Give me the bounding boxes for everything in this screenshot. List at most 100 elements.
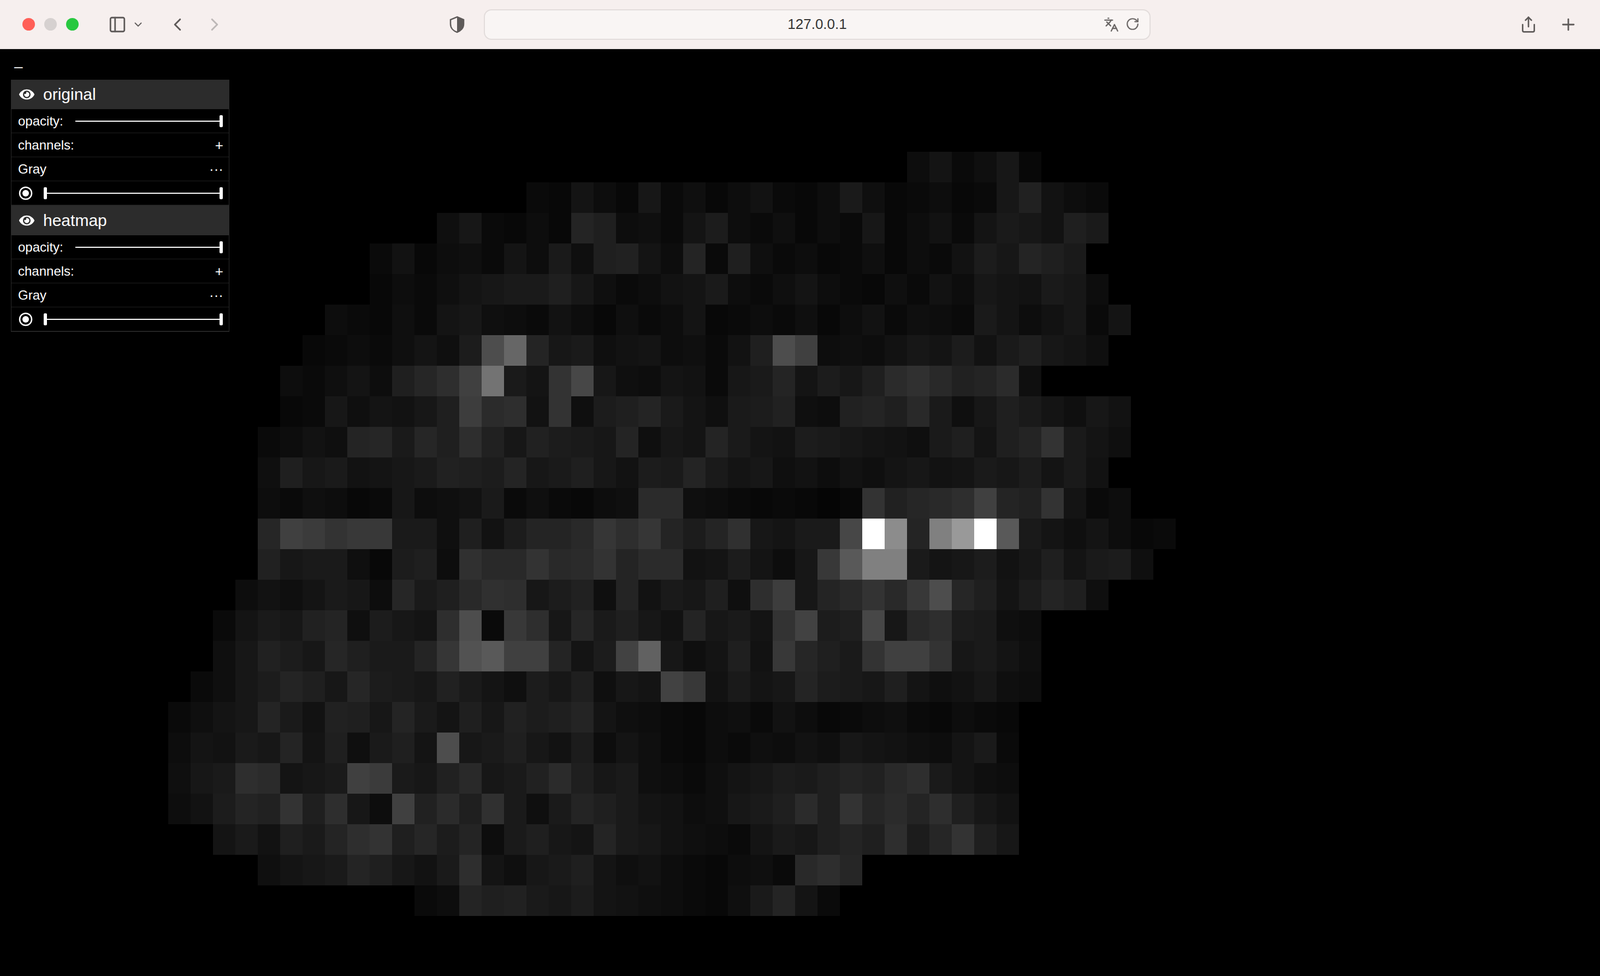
image-cell	[392, 885, 415, 917]
image-cell	[459, 579, 482, 611]
contrast-range-slider[interactable]	[45, 192, 222, 194]
image-cell	[705, 304, 728, 336]
image-cell	[414, 457, 437, 489]
image-cell	[996, 549, 1019, 580]
image-cell	[235, 518, 258, 550]
image-cell	[571, 365, 594, 397]
image-cell	[1063, 824, 1087, 856]
image-cell	[884, 671, 908, 703]
image-cell	[548, 182, 572, 213]
image-cell	[772, 243, 796, 275]
image-cell	[974, 549, 997, 580]
forward-button[interactable]	[204, 14, 225, 35]
image-cell	[392, 335, 415, 366]
image-cell	[280, 457, 303, 489]
opacity-slider[interactable]	[75, 120, 222, 122]
layer-header[interactable]: original	[11, 79, 229, 110]
image-cell	[996, 855, 1019, 886]
image-cell	[750, 579, 773, 611]
visibility-toggle[interactable]	[19, 212, 35, 229]
privacy-shield-icon[interactable]	[448, 15, 466, 34]
image-cell	[302, 151, 325, 183]
image-cell	[750, 732, 773, 764]
image-cell	[1018, 488, 1042, 519]
minimize-button[interactable]	[44, 18, 57, 31]
image-cell	[593, 212, 616, 244]
add-channel-button[interactable]: +	[215, 138, 224, 153]
image-cell	[638, 212, 661, 244]
collapse-button[interactable]: –	[10, 56, 230, 80]
image-cell	[392, 824, 415, 856]
range-low-handle[interactable]	[43, 313, 47, 326]
image-cell	[974, 671, 997, 703]
channel-menu-button[interactable]: ···	[209, 288, 224, 303]
contrast-range-slider[interactable]	[45, 318, 222, 320]
image-cell	[795, 335, 818, 366]
opacity-slider[interactable]	[75, 246, 222, 248]
image-cell	[526, 274, 549, 305]
new-tab-button[interactable]	[1559, 15, 1578, 34]
chevron-down-icon[interactable]	[132, 18, 145, 31]
tab-group-button[interactable]	[132, 18, 145, 31]
image-cell	[280, 212, 303, 244]
slider-handle[interactable]	[219, 115, 223, 128]
viewer-canvas[interactable]: –originalopacity:channels:+Gray···heatma…	[0, 49, 1600, 976]
slider-handle[interactable]	[219, 241, 223, 254]
address-bar[interactable]: 127.0.0.1	[483, 9, 1151, 40]
layer-header[interactable]: heatmap	[11, 205, 229, 236]
share-button[interactable]	[1519, 15, 1538, 34]
forward-icon[interactable]	[204, 14, 225, 35]
image-cell	[571, 702, 594, 733]
image-cell	[347, 396, 370, 428]
reload-icon[interactable]	[1125, 16, 1140, 32]
image-cell	[817, 151, 840, 183]
image-cell	[190, 885, 213, 917]
image-cell	[1153, 457, 1176, 489]
back-button[interactable]	[167, 14, 188, 35]
back-icon[interactable]	[167, 14, 188, 35]
eye-icon[interactable]	[19, 86, 35, 103]
channel-radio-icon[interactable]	[18, 185, 34, 201]
image-cell	[951, 182, 975, 213]
image-cell	[392, 488, 415, 519]
image-cell	[504, 182, 527, 213]
image-cell	[1108, 610, 1131, 642]
image-cell	[392, 549, 415, 580]
image-cell	[1130, 335, 1154, 366]
image-cell	[907, 549, 930, 580]
channel-name: Gray	[18, 287, 47, 304]
image-cell	[1018, 365, 1042, 397]
window-controls	[22, 18, 79, 31]
image-cell	[1086, 518, 1109, 550]
zoom-button[interactable]	[66, 18, 79, 31]
plus-icon[interactable]	[1559, 15, 1578, 34]
eye-icon[interactable]	[19, 212, 35, 229]
image-cell	[526, 549, 549, 580]
image-cell	[638, 641, 661, 672]
range-high-handle[interactable]	[219, 187, 223, 200]
image-cell	[1108, 427, 1131, 458]
image-cell	[548, 243, 572, 275]
range-high-handle[interactable]	[219, 313, 223, 326]
share-icon[interactable]	[1519, 15, 1538, 34]
image-cell	[839, 763, 863, 794]
visibility-toggle[interactable]	[19, 86, 35, 103]
image-cell	[392, 274, 415, 305]
privacy-button[interactable]	[448, 15, 466, 34]
image-cell	[347, 702, 370, 733]
image-cell	[795, 793, 818, 825]
image-cell	[660, 518, 684, 550]
image-cell	[951, 824, 975, 856]
image-cell	[504, 151, 527, 183]
sidebar-icon[interactable]	[108, 15, 127, 34]
channel-menu-button[interactable]: ···	[209, 162, 224, 177]
range-low-handle[interactable]	[43, 187, 47, 200]
image-cell	[839, 243, 863, 275]
add-channel-button[interactable]: +	[215, 264, 224, 279]
translate-icon[interactable]	[1103, 16, 1119, 33]
close-button[interactable]	[22, 18, 35, 31]
image-cell	[504, 885, 527, 917]
sidebar-button[interactable]	[108, 15, 127, 34]
image-cell	[1063, 212, 1087, 244]
channel-radio-icon[interactable]	[18, 311, 34, 328]
